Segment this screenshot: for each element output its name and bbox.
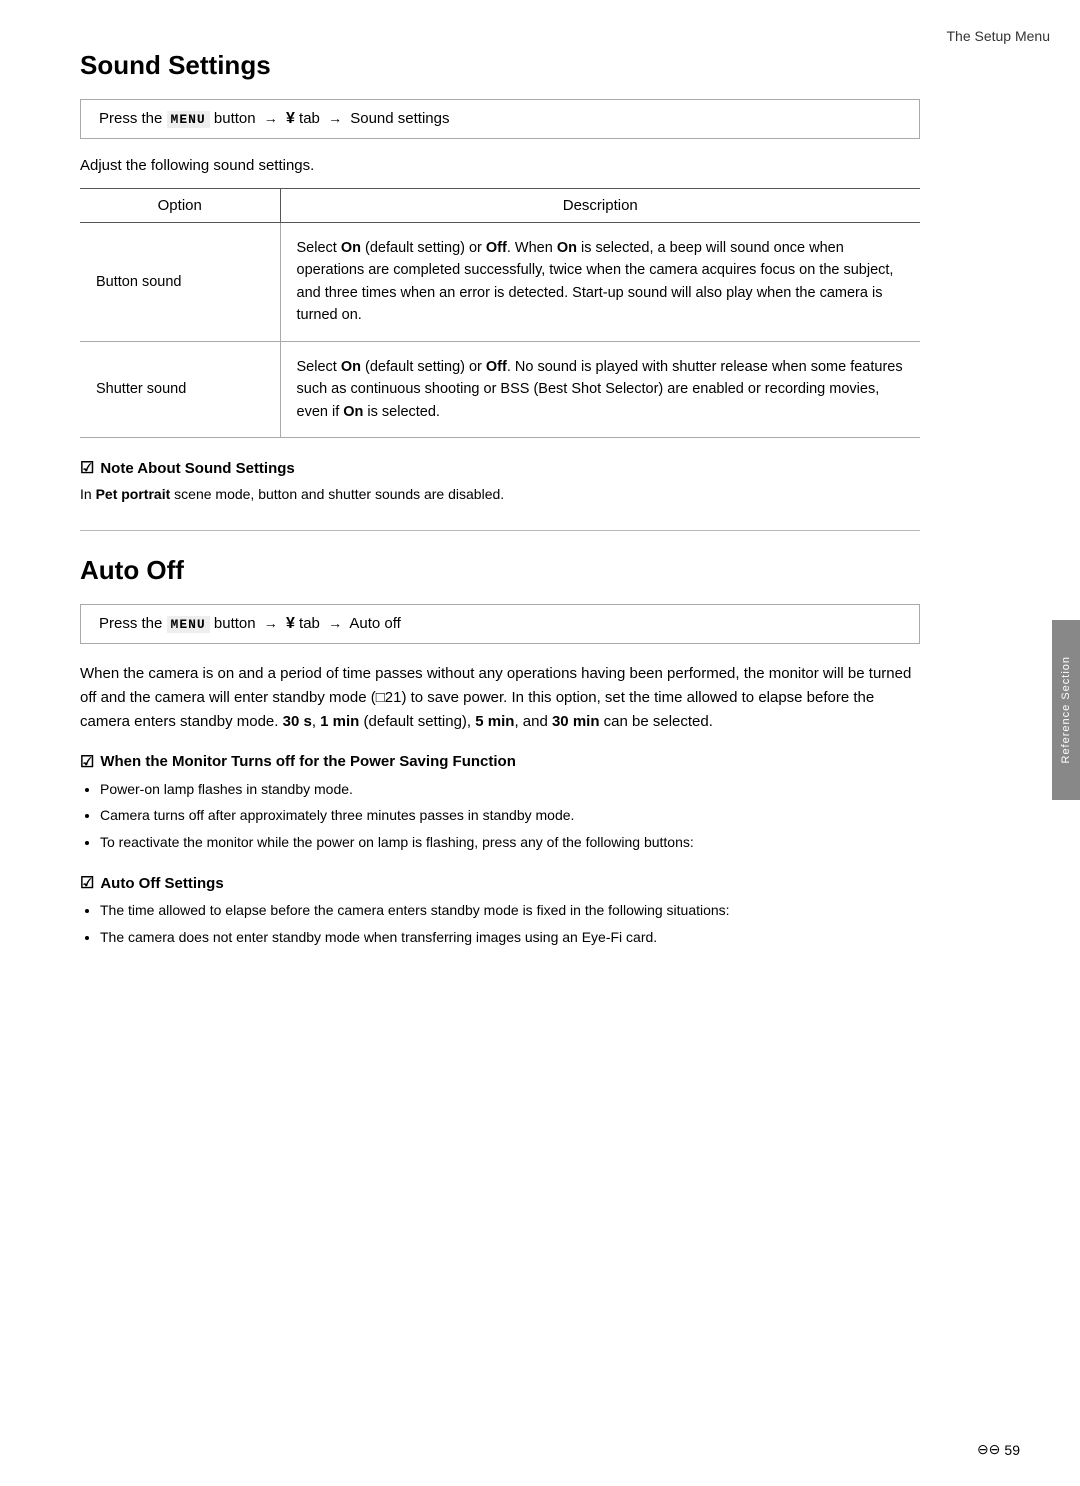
table-row: Shutter sound Select On (default setting… [80, 341, 920, 437]
auto-off-nav-text: Press the MENU button → ¥ tab → Auto off [99, 615, 401, 632]
list-item: Camera turns off after approximately thr… [100, 804, 920, 826]
menu-button-label-2: MENU [167, 616, 210, 633]
note-icon-3: ☑ [80, 873, 94, 893]
list-item: To reactivate the monitor while the powe… [100, 831, 920, 853]
menu-button-label: MENU [167, 111, 210, 128]
table-row: Button sound Select On (default setting)… [80, 223, 920, 342]
sound-settings-subtitle: Adjust the following sound settings. [80, 157, 920, 174]
auto-off-title: Auto Off [80, 555, 920, 586]
note-icon-2: ☑ [80, 752, 94, 772]
sound-settings-nav-box: Press the MENU button → ¥ tab → Sound se… [80, 99, 920, 139]
desc-shutter-sound: Select On (default setting) or Off. No s… [280, 341, 920, 437]
page-number: ⊖⊖ 59 [977, 1441, 1020, 1458]
reference-section-tab: Reference Section [1052, 620, 1080, 800]
wrench-icon: ¥ [286, 110, 295, 127]
table-header-desc: Description [280, 189, 920, 223]
sound-settings-note: ☑ Note About Sound Settings In Pet portr… [80, 458, 920, 506]
reference-section-label: Reference Section [1060, 656, 1072, 764]
sound-settings-note-body: In Pet portrait scene mode, button and s… [80, 484, 920, 506]
power-saving-note: ☑ When the Monitor Turns off for the Pow… [80, 752, 920, 853]
desc-button-sound: Select On (default setting) or Off. When… [280, 223, 920, 342]
wrench-icon-2: ¥ [286, 615, 295, 632]
sound-settings-table: Option Description Button sound Select O… [80, 188, 920, 438]
page-num-text: 59 [1004, 1442, 1020, 1458]
list-item: The time allowed to elapse before the ca… [100, 899, 920, 921]
sound-settings-title: Sound Settings [80, 50, 920, 81]
section-divider [80, 530, 920, 531]
power-saving-note-title: ☑ When the Monitor Turns off for the Pow… [80, 752, 920, 772]
option-shutter-sound: Shutter sound [80, 341, 280, 437]
auto-off-settings-bullet-list: The time allowed to elapse before the ca… [100, 899, 920, 948]
sound-settings-note-title: ☑ Note About Sound Settings [80, 458, 920, 478]
sound-settings-nav-text: Press the MENU button → ¥ tab → Sound se… [99, 110, 449, 127]
list-item: Power-on lamp flashes in standby mode. [100, 778, 920, 800]
page-icon: ⊖⊖ [977, 1441, 1000, 1458]
note-icon: ☑ [80, 458, 94, 478]
table-header-option: Option [80, 189, 280, 223]
auto-off-settings-note-title: ☑ Auto Off Settings [80, 873, 920, 893]
power-saving-bullet-list: Power-on lamp flashes in standby mode. C… [100, 778, 920, 853]
auto-off-settings-note: ☑ Auto Off Settings The time allowed to … [80, 873, 920, 948]
top-right-header: The Setup Menu [946, 28, 1050, 44]
auto-off-nav-box: Press the MENU button → ¥ tab → Auto off [80, 604, 920, 644]
list-item: The camera does not enter standby mode w… [100, 926, 920, 948]
auto-off-body: When the camera is on and a period of ti… [80, 662, 920, 734]
option-button-sound: Button sound [80, 223, 280, 342]
